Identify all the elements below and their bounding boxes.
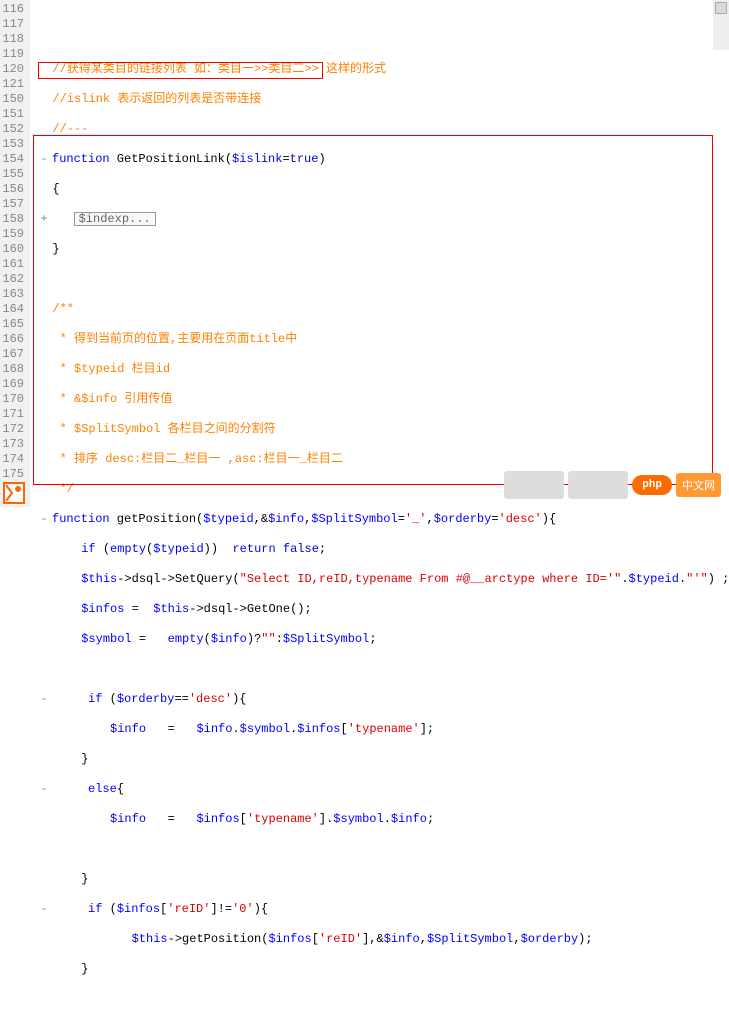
comment-text: //islink 表示返回的列表是否带连接: [52, 92, 261, 106]
fold-toggle[interactable]: -: [38, 902, 50, 917]
func-name: getPosition(: [110, 512, 204, 526]
fold-toggle[interactable]: -: [38, 782, 50, 797]
func-name: GetPositionLink(: [110, 152, 232, 166]
keyword: function: [52, 152, 110, 166]
comment-text: * &$info 引用传值: [52, 392, 172, 406]
comment-text: */: [52, 482, 74, 496]
fold-toggle[interactable]: -: [38, 692, 50, 707]
keyword: function: [52, 512, 110, 526]
watermark-banner: php 中文网: [504, 471, 721, 499]
fold-toggle[interactable]: +: [38, 212, 50, 227]
app-logo-icon: [2, 481, 26, 505]
constant: true: [290, 152, 319, 166]
fold-toggle[interactable]: -: [38, 512, 50, 527]
line-number-gutter: 116 117 118 119 120 121 150 151 152 153 …: [0, 0, 30, 507]
comment-text: * $typeid 栏目id: [52, 362, 170, 376]
comment-text: 获得某类目的链接列表 如：类目一>>类目二>> 这样的形式: [67, 62, 386, 76]
comment-text: * 得到当前页的位置,主要用在页面title中: [52, 332, 297, 346]
comment-text: /**: [52, 302, 74, 316]
folded-region[interactable]: $indexp...: [74, 212, 156, 226]
comment-text: * 排序 desc:栏目二_栏目一 ,asc:栏目一_栏目二: [52, 452, 342, 466]
minimap-icon: [715, 2, 727, 14]
comment-text: * $SplitSymbol 各栏目之间的分割符: [52, 422, 275, 436]
variable: $islink: [232, 152, 282, 166]
code-content[interactable]: //获得某类目的链接列表 如：类目一>>类目二>> 这样的形式 //islink…: [30, 0, 729, 507]
code-editor: 116 117 118 119 120 121 150 151 152 153 …: [0, 0, 729, 507]
php-badge: php: [632, 475, 672, 495]
fold-toggle[interactable]: -: [38, 152, 50, 167]
comment-text: //---: [52, 122, 88, 136]
scrollbar-region[interactable]: [713, 0, 729, 50]
ad-placeholder: [568, 471, 628, 499]
comment-text: //: [52, 62, 66, 76]
ad-placeholder: [504, 471, 564, 499]
cn-label: 中文网: [676, 473, 721, 497]
